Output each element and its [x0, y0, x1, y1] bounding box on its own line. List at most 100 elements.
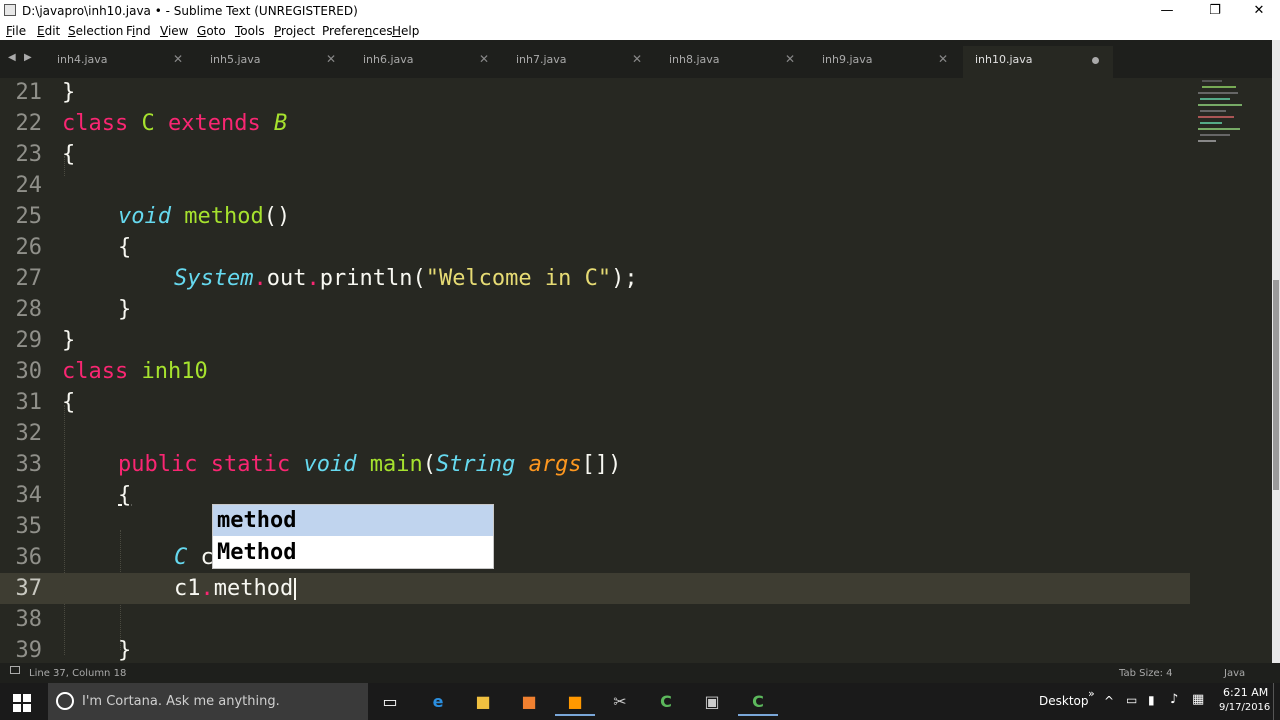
menu-bar: File Edit Selection Find View Goto Tools…: [0, 22, 1280, 40]
unsaved-dot-icon[interactable]: [1092, 57, 1099, 64]
code-line: 21}: [15, 80, 76, 105]
code-line: 34{: [15, 483, 132, 508]
snipping-tool-icon[interactable]: ✂: [600, 687, 640, 716]
start-button[interactable]: [2, 687, 42, 716]
sublime-app-icon: [4, 4, 16, 16]
close-window-button[interactable]: ✕: [1236, 0, 1280, 22]
autocomplete-option-selected[interactable]: method: [213, 505, 493, 536]
tab-size-indicator[interactable]: Tab Size: 4: [1119, 668, 1173, 679]
tab-prev-icon[interactable]: ◀: [8, 52, 16, 63]
tab-inh10[interactable]: inh10.java: [963, 46, 1113, 78]
menu-selection[interactable]: Selection: [68, 24, 123, 38]
tab-close-icon[interactable]: ✕: [938, 52, 948, 66]
menu-find[interactable]: Find: [126, 24, 151, 38]
menu-project[interactable]: Project: [274, 24, 315, 38]
code-line: 39}: [15, 638, 132, 663]
minimap[interactable]: [1190, 78, 1272, 663]
cortana-icon: [56, 692, 74, 710]
volume-icon[interactable]: ♪: [1170, 692, 1178, 707]
text-cursor: [294, 578, 297, 600]
code-line: 38: [15, 607, 43, 632]
tab-inh6[interactable]: inh6.java ✕: [351, 46, 501, 78]
code-line: 35: [15, 514, 43, 539]
status-bar: Line 37, Column 18 Tab Size: 4 Java: [0, 663, 1280, 683]
windows-taskbar: I'm Cortana. Ask me anything. ▭ e ■ ■ ■ …: [0, 683, 1280, 720]
minimap-line: [1198, 128, 1240, 130]
clock-time[interactable]: 6:21 AM: [1223, 686, 1268, 699]
tab-close-icon[interactable]: ✕: [479, 52, 489, 66]
code-line: 24: [15, 173, 43, 198]
scrollbar-thumb[interactable]: [1273, 280, 1279, 490]
tab-close-icon[interactable]: ✕: [173, 52, 183, 66]
action-center-icon[interactable]: ▭: [1126, 693, 1137, 707]
menu-help[interactable]: Help: [392, 24, 419, 38]
window-title: D:\javapro\inh10.java • - Sublime Text (…: [22, 4, 358, 18]
tab-bar: ◀ ▶ inh4.java ✕ inh5.java ✕ inh6.java ✕ inh…: [0, 40, 1272, 78]
tab-label: inh9.java: [822, 53, 873, 66]
autocomplete-option[interactable]: Method: [213, 537, 493, 568]
paint-app-icon[interactable]: ■: [509, 687, 549, 716]
minimap-line: [1202, 86, 1236, 88]
code-line: 28}: [15, 297, 132, 322]
code-line: 29}: [15, 328, 76, 353]
menu-tools[interactable]: Tools: [235, 24, 265, 38]
tab-inh9[interactable]: inh9.java ✕: [810, 46, 960, 78]
current-code-line: 37 c1.method: [0, 573, 1190, 604]
code-line: 30 class inh10: [15, 359, 208, 384]
task-view-icon[interactable]: ▭: [370, 687, 410, 716]
tab-label: inh5.java: [210, 53, 261, 66]
windows-logo-icon: [13, 693, 31, 712]
tab-next-icon[interactable]: ▶: [24, 52, 32, 63]
tab-inh7[interactable]: inh7.java ✕: [504, 46, 654, 78]
code-line: 23{: [15, 142, 76, 167]
tab-label: inh6.java: [363, 53, 414, 66]
tab-inh4[interactable]: inh4.java ✕: [45, 46, 195, 78]
cortana-search-box[interactable]: I'm Cortana. Ask me anything.: [48, 683, 368, 720]
edge-browser-icon[interactable]: e: [418, 687, 458, 716]
tab-label: inh4.java: [57, 53, 108, 66]
network-icon[interactable]: ▦: [1192, 692, 1204, 707]
menu-goto[interactable]: Goto: [197, 24, 226, 38]
camtasia-icon[interactable]: C: [646, 687, 686, 716]
maximize-button[interactable]: ❐: [1192, 0, 1238, 22]
minimize-button[interactable]: —: [1144, 0, 1190, 22]
tab-label: inh7.java: [516, 53, 567, 66]
cortana-placeholder: I'm Cortana. Ask me anything.: [82, 694, 280, 709]
code-line: 32: [15, 421, 43, 446]
syntax-indicator[interactable]: Java: [1224, 668, 1245, 679]
desktop-toolbar[interactable]: Desktop: [1039, 694, 1089, 708]
autocomplete-popup: method Method: [212, 504, 494, 569]
menu-edit[interactable]: Edit: [37, 24, 60, 38]
tab-close-icon[interactable]: ✕: [326, 52, 336, 66]
show-desktop-button[interactable]: [1273, 683, 1280, 720]
toolbar-expand-icon[interactable]: »: [1088, 687, 1095, 700]
minimap-line: [1200, 98, 1230, 100]
tab-inh5[interactable]: inh5.java ✕: [198, 46, 348, 78]
command-prompt-icon[interactable]: ▣: [692, 687, 732, 716]
code-line: 33 public static void main(String args[]): [15, 452, 622, 477]
clock-date[interactable]: 9/17/2016: [1219, 702, 1270, 713]
tab-close-icon[interactable]: ✕: [785, 52, 795, 66]
minimap-line: [1200, 110, 1226, 112]
code-line: 26{: [15, 235, 132, 260]
sublime-text-taskbar-icon[interactable]: ■: [555, 687, 595, 716]
code-line: 31{: [15, 390, 76, 415]
menu-file[interactable]: File: [6, 24, 26, 38]
tab-label: inh10.java: [975, 53, 1033, 66]
file-explorer-icon[interactable]: ■: [463, 687, 503, 716]
code-line: 25 void method(): [15, 204, 291, 229]
minimap-line: [1200, 122, 1222, 124]
menu-view[interactable]: View: [160, 24, 188, 38]
tab-close-icon[interactable]: ✕: [632, 52, 642, 66]
menu-preferences[interactable]: Preferences: [322, 24, 393, 38]
code-editor[interactable]: 21} 22 class C extends B 23{ 24 25 void me…: [0, 78, 1190, 663]
camtasia-recorder-icon[interactable]: C: [738, 687, 778, 716]
console-toggle-icon[interactable]: [10, 666, 20, 674]
minimap-line: [1200, 134, 1230, 136]
battery-icon[interactable]: ▮: [1148, 693, 1155, 707]
minimap-line: [1198, 140, 1216, 142]
tray-expand-icon[interactable]: ^: [1104, 694, 1114, 708]
cursor-position: Line 37, Column 18: [29, 668, 127, 679]
vertical-scrollbar[interactable]: [1272, 40, 1280, 663]
tab-inh8[interactable]: inh8.java ✕: [657, 46, 807, 78]
